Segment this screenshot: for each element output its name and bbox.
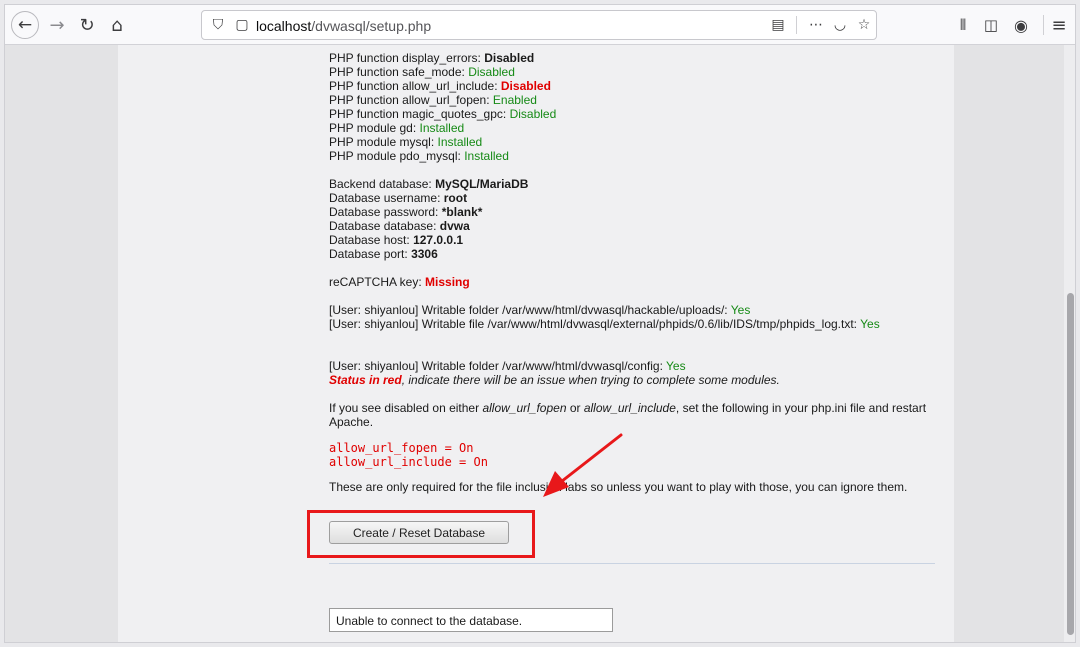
php-check-row: PHP module pdo_mysql: Installed — [329, 149, 509, 163]
config-writable-status: [User: shiyanlou] Writable folder /var/w… — [329, 359, 686, 373]
home-icon[interactable]: ⌂ — [103, 11, 131, 39]
page-viewport: PHP function display_errors: Disabled PHP… — [5, 45, 1075, 642]
page-margin-left — [5, 45, 118, 642]
php-check-row-value: Disabled — [500, 79, 551, 93]
writable-check-row-value: Yes — [860, 317, 880, 331]
database-info-row: Backend database: MySQL/MariaDB — [329, 177, 529, 191]
create-reset-database-button[interactable]: Create / Reset Database — [329, 521, 509, 544]
setup-status-content: PHP function display_errors: Disabled PHP… — [329, 51, 949, 494]
database-error-message: Unable to connect to the database. — [329, 608, 613, 632]
writable-checks-list: [User: shiyanlou] Writable folder /var/w… — [329, 303, 949, 331]
database-info-row: Database database: dvwa — [329, 219, 470, 233]
divider-line — [329, 563, 935, 564]
php-ini-note: If you see disabled on either allow_url_… — [329, 401, 927, 429]
database-info-row: Database port: 3306 — [329, 247, 438, 261]
browser-window: ← → ↻ ⌂ ⛉ ▢ localhost/dvwasql/setup.php … — [4, 4, 1076, 643]
database-info-row-value: 3306 — [411, 247, 438, 261]
php-check-row: PHP function allow_url_fopen: Enabled — [329, 93, 537, 107]
url-text[interactable]: localhost/dvwasql/setup.php — [256, 18, 431, 34]
recaptcha-status: reCAPTCHA key: Missing — [329, 275, 470, 289]
menu-icon[interactable]: ≡ — [1045, 11, 1073, 39]
url-path: /dvwasql/setup.php — [311, 18, 432, 34]
php-check-row: PHP module mysql: Installed — [329, 135, 483, 149]
database-info-row: Database host: 127.0.0.1 — [329, 233, 464, 247]
account-icon[interactable]: ◉ — [1007, 11, 1035, 39]
php-check-row-value: Installed — [437, 135, 483, 149]
library-icon[interactable]: ⫴ — [949, 11, 977, 39]
reload-icon[interactable]: ↻ — [73, 11, 101, 39]
bookmark-star-icon[interactable]: ☆ — [854, 15, 874, 35]
php-check-row-value: Installed — [419, 121, 465, 135]
status-note: Status in red, indicate there will be an… — [329, 373, 780, 387]
vertical-scrollbar[interactable] — [1064, 45, 1075, 642]
writable-check-row-value: Yes — [730, 303, 751, 317]
database-info-row-value: MySQL/MariaDB — [435, 177, 529, 191]
url-bar[interactable]: ⛉ ▢ localhost/dvwasql/setup.php ▤ ⋯ ◡ ☆ — [201, 10, 877, 40]
toolbar-separator — [1043, 15, 1044, 35]
shield-icon[interactable]: ⛉ — [208, 15, 228, 35]
php-check-row-value: Installed — [464, 149, 509, 163]
scrollbar-thumb[interactable] — [1067, 293, 1074, 635]
database-info-row-value: root — [443, 191, 468, 205]
php-ini-code-line: allow_url_fopen = On — [329, 441, 474, 455]
url-host: localhost — [256, 18, 312, 34]
annotation-arrow-icon — [543, 433, 623, 497]
database-info-list: Backend database: MySQL/MariaDB Database … — [329, 177, 949, 261]
reader-view-icon[interactable]: ▤ — [768, 15, 788, 35]
url-separator — [796, 16, 797, 34]
php-check-row-value: Disabled — [468, 65, 515, 79]
page-icon[interactable]: ▢ — [232, 15, 252, 35]
database-info-row-value: dvwa — [439, 219, 470, 233]
back-icon[interactable]: ← — [11, 11, 39, 39]
database-info-row-value: *blank* — [441, 205, 483, 219]
php-check-row: PHP function display_errors: Disabled — [329, 51, 535, 65]
php-check-row-value: Enabled — [492, 93, 537, 107]
browser-toolbar: ← → ↻ ⌂ ⛉ ▢ localhost/dvwasql/setup.php … — [5, 5, 1075, 45]
recaptcha-value: Missing — [425, 275, 470, 289]
page-margin-right — [954, 45, 1064, 642]
database-info-row: Database password: *blank* — [329, 205, 483, 219]
more-actions-icon[interactable]: ⋯ — [806, 15, 826, 35]
database-info-row: Database username: root — [329, 191, 468, 205]
writable-check-row: [User: shiyanlou] Writable file /var/www… — [329, 317, 880, 331]
php-check-row: PHP function magic_quotes_gpc: Disabled — [329, 107, 557, 121]
php-check-row: PHP function allow_url_include: Disabled — [329, 79, 551, 93]
php-checks-list: PHP function display_errors: Disabled PHP… — [329, 51, 949, 163]
php-check-row-value: Disabled — [509, 107, 557, 121]
php-check-row-value: Disabled — [484, 51, 535, 65]
pocket-icon[interactable]: ◡ — [830, 15, 850, 35]
database-info-row-value: 127.0.0.1 — [413, 233, 464, 247]
required-note: These are only required for the file inc… — [329, 480, 908, 494]
php-check-row: PHP function safe_mode: Disabled — [329, 65, 515, 79]
php-check-row: PHP module gd: Installed — [329, 121, 465, 135]
forward-icon[interactable]: → — [43, 11, 71, 39]
writable-check-row: [User: shiyanlou] Writable folder /var/w… — [329, 303, 751, 317]
php-ini-code-line: allow_url_include = On — [329, 455, 488, 469]
sidebar-toggle-icon[interactable]: ◫ — [977, 11, 1005, 39]
